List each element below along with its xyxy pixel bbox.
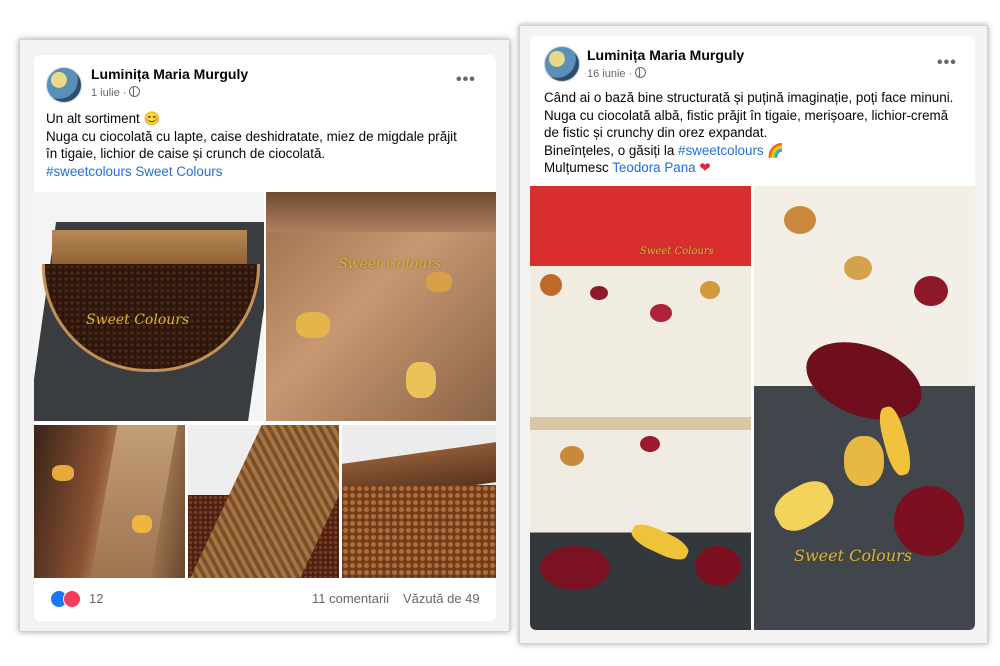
post-text: Un alt sortiment 😊 Nuga cu ciocolată cu … — [46, 110, 457, 180]
globe-icon — [635, 67, 647, 78]
post-text-fragment: Bineînțeles, o găsiți la — [544, 142, 675, 158]
hashtag-link[interactable]: #sweetcolours — [46, 164, 132, 179]
post-date[interactable]: 16 iunie · — [587, 67, 647, 80]
author-name[interactable]: Luminița Maria Murguly — [91, 66, 248, 82]
photo-wafer-edge[interactable] — [188, 425, 339, 578]
love-reaction-icon[interactable] — [63, 590, 81, 608]
rainbow-emoji: 🌈 — [767, 142, 785, 158]
photo-nougat-closeup[interactable]: Sweet Colours — [266, 192, 496, 421]
post-text-line: Nuga cu ciocolată cu lapte, caise deshid… — [46, 128, 457, 144]
post-text: Când ai o bază bine structurată și puțin… — [544, 89, 953, 177]
more-options-icon[interactable]: ••• — [456, 71, 476, 89]
author-name[interactable]: Luminița Maria Murguly — [587, 47, 744, 63]
photo-chocolate-nougat-slice[interactable]: Sweet Colours — [34, 192, 264, 421]
page-link[interactable]: Sweet Colours — [135, 164, 222, 179]
post-text-line: de fistic și crunchy din orez expandat. — [544, 125, 768, 141]
watermark: Sweet Colours — [86, 312, 190, 328]
hashtag-link[interactable]: #sweetcolours — [678, 143, 764, 158]
more-options-icon[interactable]: ••• — [937, 54, 957, 72]
author-avatar[interactable] — [544, 46, 580, 82]
post-text-line: Nuga cu ciocolată albă, fistic prăjit în… — [544, 107, 949, 123]
watermark: Sweet Colours — [640, 246, 714, 257]
right-post-card: Luminița Maria Murguly 16 iunie · ••• Câ… — [530, 36, 975, 630]
author-avatar[interactable] — [46, 67, 82, 103]
post-text-line: Un alt sortiment 😊 — [46, 111, 161, 126]
post-text-line: Bineînțeles, o găsiți la #sweetcolours 🌈 — [544, 142, 953, 160]
photo-cranberries-pistachios[interactable]: Sweet Colours — [754, 186, 975, 630]
reactions-count[interactable]: 12 — [89, 591, 103, 606]
post-text-line: în tigaie, lichior de caise și crunch de… — [46, 146, 326, 162]
globe-icon — [129, 86, 141, 97]
watermark: Sweet Colours — [338, 256, 442, 272]
post-text-line: Când ai o bază bine structurată și puțin… — [544, 90, 954, 105]
photo-stacked-nougat[interactable] — [34, 425, 185, 578]
post-date-text: 1 iulie · — [91, 87, 127, 99]
seen-by-count[interactable]: Văzută de 49 — [403, 591, 480, 606]
heart-emoji: ❤ — [699, 160, 711, 176]
left-post-card: Luminița Maria Murguly 1 iulie · ••• Un … — [34, 55, 496, 621]
photo-crunchy-nougat[interactable] — [342, 425, 496, 578]
post-date[interactable]: 1 iulie · — [91, 86, 141, 99]
watermark: Sweet Colours — [794, 546, 912, 565]
mention-link[interactable]: Teodora Pana — [612, 160, 695, 175]
post-text-line: #sweetcolours Sweet Colours — [46, 163, 457, 181]
post-date-text: 16 iunie · — [587, 68, 633, 80]
comments-count[interactable]: 11 comentarii — [312, 591, 389, 606]
post-text-fragment: Mulțumesc — [544, 160, 609, 176]
photo-white-nougat-stack[interactable]: Sweet Colours — [530, 186, 751, 630]
post-text-line: Mulțumesc Teodora Pana ❤ — [544, 159, 953, 177]
